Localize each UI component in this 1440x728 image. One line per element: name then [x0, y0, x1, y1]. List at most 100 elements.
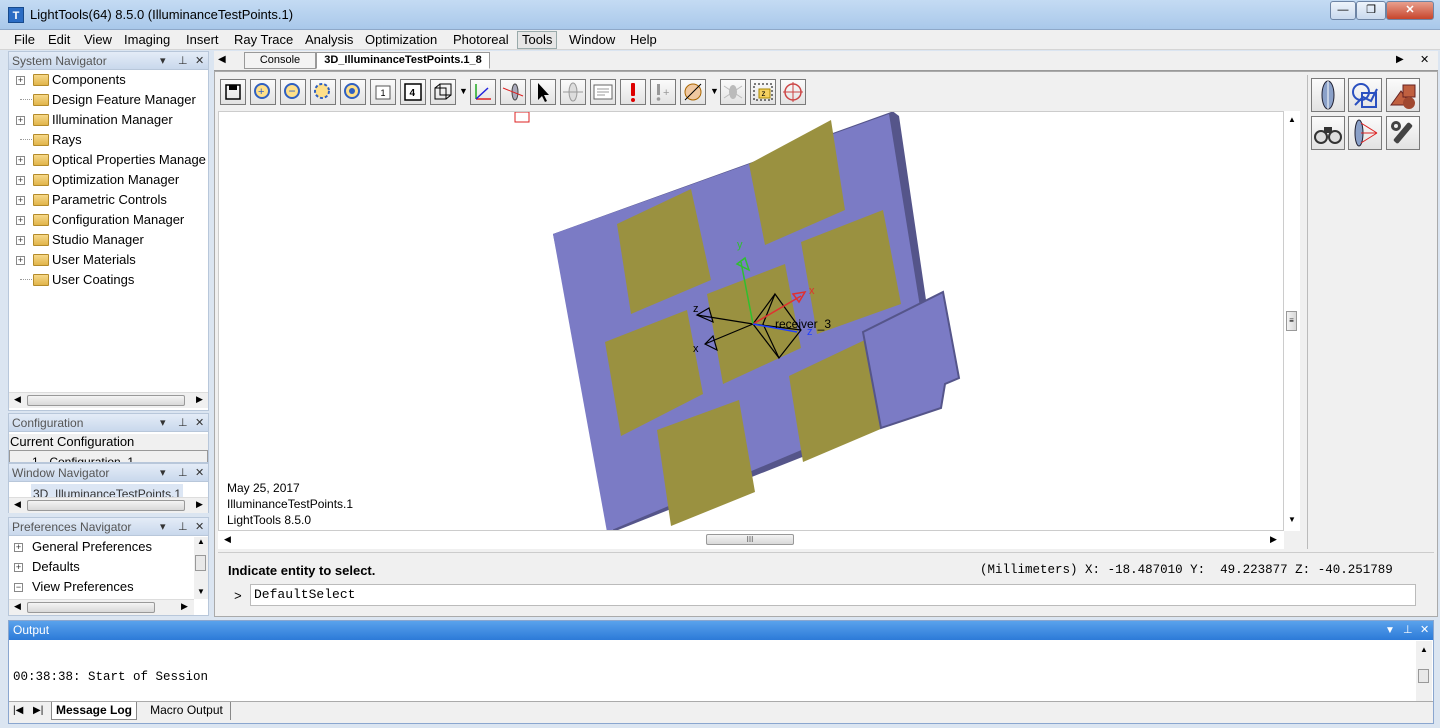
panel-menu-icon[interactable]: ▾ — [160, 518, 166, 536]
tree-item-user-coatings[interactable]: User Coatings — [16, 270, 134, 290]
scroll-right-icon[interactable]: ▶ — [181, 601, 188, 612]
palette-lens-beam-button[interactable] — [1348, 116, 1382, 150]
output-vscroll[interactable]: ▲ — [1416, 641, 1432, 701]
scroll-thumb[interactable] — [1418, 669, 1429, 683]
expand-icon[interactable]: + — [14, 563, 23, 572]
expand-icon[interactable]: + — [16, 76, 25, 85]
pin-icon[interactable]: ⊥ — [1403, 621, 1413, 640]
preference-defaults[interactable]: + Defaults — [14, 557, 80, 577]
tree-item-optical-properties-manage[interactable]: + Optical Properties Manage — [16, 150, 206, 170]
tree-item-components[interactable]: + Components — [16, 70, 126, 90]
panel-close-icon[interactable]: ✕ — [195, 518, 204, 536]
menu-tools[interactable]: Tools — [517, 31, 558, 49]
panel-close-icon[interactable]: ✕ — [1420, 621, 1429, 640]
toolbar-bug-button[interactable] — [720, 79, 746, 105]
toolbar-view-4-button[interactable]: 4 — [400, 79, 426, 105]
scroll-down-icon[interactable]: ▼ — [1288, 515, 1296, 524]
scroll-thumb[interactable] — [195, 555, 206, 571]
toolbar-axes-button[interactable] — [470, 79, 496, 105]
tab-last-icon[interactable]: ▶| — [33, 705, 43, 716]
window-navigator-item[interactable]: 3D_IlluminanceTestPoints.1 — [31, 484, 184, 498]
tree-item-design-feature-manager[interactable]: Design Feature Manager — [16, 90, 196, 110]
menu-help[interactable]: Help — [626, 31, 661, 49]
panel-menu-icon[interactable]: ▾ — [160, 464, 166, 482]
panel-menu-icon[interactable]: ▾ — [160, 414, 166, 432]
window-navigator-scrollbar[interactable]: ◀ ▶ — [9, 497, 208, 513]
toolbar-notes-button[interactable] — [590, 79, 616, 105]
expand-icon[interactable]: + — [16, 216, 25, 225]
toolbar-view-1-button[interactable]: 1 — [370, 79, 396, 105]
scroll-thumb[interactable]: III — [706, 534, 794, 545]
tree-item-illumination-manager[interactable]: + Illumination Manager — [16, 110, 173, 130]
toolbar-zoom-window-button[interactable] — [310, 79, 336, 105]
toolbar-zoom-in-button[interactable]: + — [250, 79, 276, 105]
pin-icon[interactable]: ⊥ — [178, 518, 188, 536]
scroll-right-icon[interactable]: ▶ — [196, 394, 203, 405]
preferences-hscroll[interactable]: ◀ ▶ — [9, 599, 194, 615]
toolbar-zoom-extents-button[interactable] — [340, 79, 366, 105]
toolbar-wireframe-cube-button[interactable] — [430, 79, 456, 105]
tab-first-icon[interactable]: |◀ — [13, 705, 23, 716]
palette-solids-button[interactable] — [1386, 78, 1420, 112]
toolbar-ray-tools-button[interactable] — [680, 79, 706, 105]
scroll-left-icon[interactable]: ◀ — [14, 394, 21, 405]
3d-viewport[interactable]: y x z z x receiver_3 May 25, 2017 Illumi… — [218, 111, 1284, 531]
tree-item-rays[interactable]: Rays — [16, 130, 82, 150]
menu-file[interactable]: File — [10, 31, 39, 49]
scroll-left-icon[interactable]: ◀ — [14, 499, 21, 510]
tab-close-icon[interactable]: ✕ — [1420, 53, 1429, 66]
scroll-up-icon[interactable]: ▲ — [1288, 115, 1296, 124]
menu-photoreal[interactable]: Photoreal — [449, 31, 513, 49]
toolbar-z-frame-button[interactable]: z — [750, 79, 776, 105]
toolbar-alert-button[interactable] — [620, 79, 646, 105]
dropdown-arrow-icon[interactable]: ▼ — [710, 86, 719, 96]
toolbar-save-button[interactable] — [220, 79, 246, 105]
preferences-vscroll[interactable]: ▲ ▼ — [194, 537, 208, 599]
pin-icon[interactable]: ⊥ — [178, 414, 188, 432]
panel-close-icon[interactable]: ✕ — [195, 464, 204, 482]
menu-imaging[interactable]: Imaging — [120, 31, 174, 49]
menu-view[interactable]: View — [80, 31, 116, 49]
preference-general[interactable]: + General Preferences — [14, 537, 152, 557]
scroll-thumb[interactable] — [27, 500, 185, 511]
panel-close-icon[interactable]: ✕ — [195, 52, 204, 70]
tab-message-log[interactable]: Message Log — [51, 702, 137, 720]
tab-scroll-right-icon[interactable]: ▶ — [1396, 54, 1404, 65]
tab-scroll-left-icon[interactable]: ◀ — [218, 54, 226, 65]
tab-3d-view[interactable]: 3D_IlluminanceTestPoints.1_8 — [316, 52, 490, 69]
scroll-up-icon[interactable]: ▲ — [1420, 645, 1428, 654]
scroll-thumb[interactable] — [27, 602, 155, 613]
scroll-right-icon[interactable]: ▶ — [196, 499, 203, 510]
minimize-button[interactable]: — — [1330, 1, 1356, 20]
toolbar-select-arrow-button[interactable] — [530, 79, 556, 105]
tab-console[interactable]: Console — [244, 52, 316, 69]
configuration-select[interactable]: 1 - Configuration_1 — [9, 450, 208, 462]
toolbar-lens-slice-button[interactable] — [560, 79, 586, 105]
expand-icon[interactable]: + — [16, 236, 25, 245]
scroll-right-icon[interactable]: ▶ — [1270, 534, 1277, 545]
toolbar-add-point-button[interactable]: + — [650, 79, 676, 105]
palette-shapes-button[interactable] — [1348, 78, 1382, 112]
menu-edit[interactable]: Edit — [44, 31, 74, 49]
viewport-hscroll[interactable]: ◀ III ▶ — [218, 531, 1284, 549]
menu-ray-trace[interactable]: Ray Trace — [230, 31, 297, 49]
expand-icon[interactable]: + — [16, 256, 25, 265]
tab-macro-output[interactable]: Macro Output — [143, 702, 231, 720]
expand-icon[interactable]: + — [16, 176, 25, 185]
tree-item-studio-manager[interactable]: + Studio Manager — [16, 230, 144, 250]
palette-wrench-button[interactable] — [1386, 116, 1420, 150]
scroll-down-icon[interactable]: ▼ — [197, 587, 205, 596]
menu-insert[interactable]: Insert — [182, 31, 223, 49]
expand-icon[interactable]: + — [16, 116, 25, 125]
tree-item-configuration-manager[interactable]: + Configuration Manager — [16, 210, 184, 230]
collapse-icon[interactable]: − — [14, 583, 23, 592]
tree-item-optimization-manager[interactable]: + Optimization Manager — [16, 170, 179, 190]
expand-icon[interactable]: + — [14, 543, 23, 552]
toolbar-ray-sphere-button[interactable] — [780, 79, 806, 105]
expand-icon[interactable]: + — [16, 196, 25, 205]
toolbar-lens-ray-button[interactable] — [500, 79, 526, 105]
maximize-button[interactable]: ❐ — [1356, 1, 1386, 20]
close-button[interactable]: ✕ — [1386, 1, 1434, 20]
panel-close-icon[interactable]: ✕ — [195, 414, 204, 432]
viewport-vscroll[interactable]: ▲ ≡ ▼ — [1284, 111, 1300, 531]
